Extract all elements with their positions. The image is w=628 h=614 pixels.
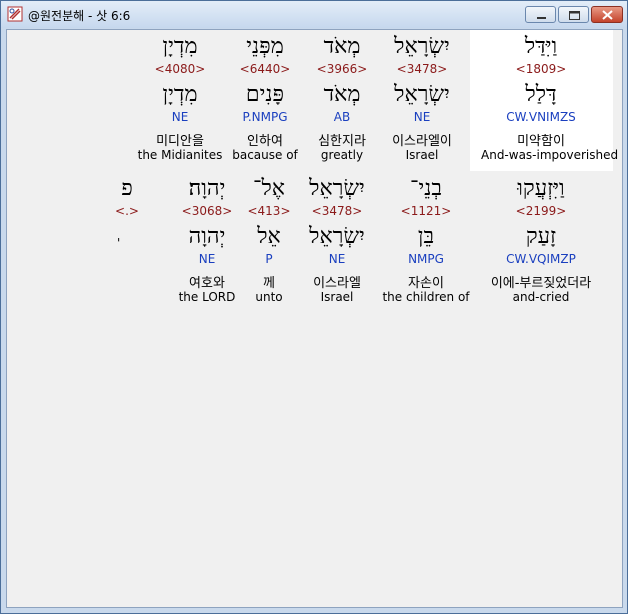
hebrew-lemma: זָעַק [525,224,557,249]
window-title: @원전분해 - 삿 6:6 [28,9,131,23]
maximize-icon [569,11,580,20]
minimize-button[interactable] [525,6,556,23]
morphology-code: NE [171,110,189,124]
hebrew-surface: פ [121,176,133,201]
title-bar[interactable]: @원전분해 - 삿 6:6 [1,1,627,28]
hebrew-surface: וַיִּזְעֲקוּ [517,176,565,201]
maximize-button[interactable] [558,6,589,23]
korean-gloss: 미디안을 [156,134,204,149]
app-window: @원전분해 - 삿 6:6 וַיִּדַּל <1809> דָּלַל CW… [0,0,628,614]
english-gloss: And-was-impoverished [481,148,619,162]
hebrew-lemma: דָּלַל [525,82,557,107]
hebrew-surface: מִדְיָן [162,34,198,59]
morphology-code: CW.VQIMZP [506,252,576,266]
english-gloss: and-cried [512,290,570,304]
morphology-code: CW.VNIMZS [506,110,576,124]
blank-lemma-mark: ' [117,236,121,250]
korean-gloss: 미약함이 [517,134,565,149]
hebrew-lemma: מִדְיָן [162,82,198,107]
app-logo-icon [7,6,23,22]
close-icon [602,10,613,20]
korean-gloss: 이에-부르짖었더라 [490,276,592,291]
close-button[interactable] [591,6,623,23]
english-gloss: the Midianites [137,148,223,162]
strong-number: <2199> [515,204,567,218]
hebrew-surface: וַיִּדַּל [524,34,558,59]
strong-number: <4080> [154,62,206,76]
strong-number: <.> [115,204,139,218]
english-gloss: the LORD [178,290,236,304]
korean-gloss: 여호와 [189,276,225,291]
interlinear-panel[interactable]: וַיִּדַּל <1809> דָּלַל CW.VNIMZS 미약함이 A… [6,29,623,608]
minimize-icon [537,17,546,19]
hebrew-lemma: יְהוָה [188,224,226,249]
strong-number: <1809> [515,62,567,76]
morphology-code: NE [198,252,216,266]
